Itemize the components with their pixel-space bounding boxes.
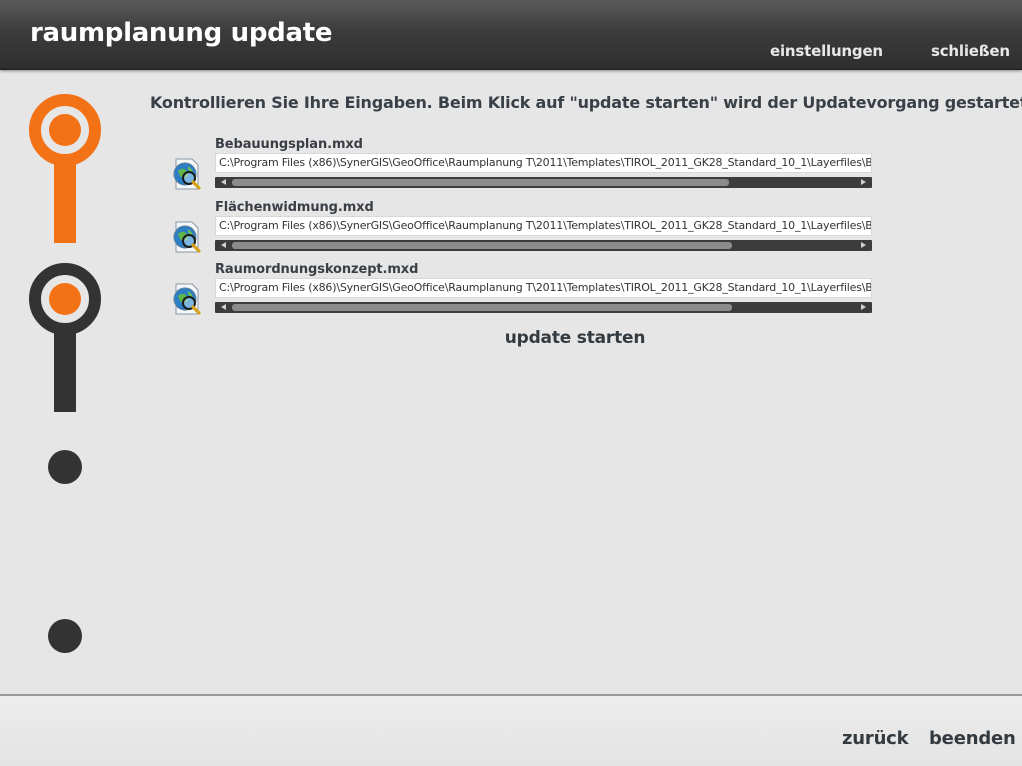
close-link[interactable]: schließen (931, 42, 1010, 60)
mxd-map-document-icon (173, 158, 201, 190)
app-title: raumplanung update (30, 18, 333, 48)
step-1-ring-icon (29, 94, 101, 166)
scroll-right-icon[interactable] (861, 242, 866, 248)
instruction-text: Kontrollieren Sie Ihre Eingaben. Beim Kl… (150, 93, 1022, 112)
step-1-dot-icon (49, 114, 81, 146)
scrollbar-thumb[interactable] (232, 304, 732, 311)
file-path-text: C:\Program Files (x86)\SynerGIS\GeoOffic… (219, 281, 872, 294)
file-path-field[interactable]: C:\Program Files (x86)\SynerGIS\GeoOffic… (215, 153, 872, 173)
horizontal-scrollbar[interactable] (215, 240, 872, 251)
scroll-right-icon[interactable] (861, 179, 866, 185)
update-start-button[interactable]: update starten (475, 328, 675, 348)
file-path-field[interactable]: C:\Program Files (x86)\SynerGIS\GeoOffic… (215, 278, 872, 298)
app-footer: zurück beenden (0, 694, 1022, 766)
settings-link[interactable]: einstellungen (770, 42, 883, 60)
file-path-text: C:\Program Files (x86)\SynerGIS\GeoOffic… (219, 219, 872, 232)
app-header: raumplanung update einstellungen schließ… (0, 0, 1022, 70)
file-path-text: C:\Program Files (x86)\SynerGIS\GeoOffic… (219, 156, 872, 169)
back-button[interactable]: zurück (842, 728, 909, 749)
step-1-connector (54, 160, 76, 243)
step-4-dot-icon (48, 619, 82, 653)
step-2-ring-icon (29, 263, 101, 335)
scroll-left-icon[interactable] (221, 242, 226, 248)
scroll-right-icon[interactable] (861, 304, 866, 310)
progress-stepper (0, 70, 130, 695)
step-3-dot-icon (48, 450, 82, 484)
file-entry: Flächenwidmung.mxd C:\Program Files (x86… (165, 200, 875, 260)
scroll-left-icon[interactable] (221, 304, 226, 310)
file-entry: Raumordnungskonzept.mxd C:\Program Files… (165, 262, 875, 322)
file-name: Bebauungsplan.mxd (215, 137, 363, 152)
step-2-dot-icon (49, 283, 81, 315)
file-name: Raumordnungskonzept.mxd (215, 262, 419, 277)
file-entry: Bebauungsplan.mxd C:\Program Files (x86)… (165, 137, 875, 197)
scroll-left-icon[interactable] (221, 179, 226, 185)
finish-button[interactable]: beenden (929, 728, 1016, 749)
file-path-field[interactable]: C:\Program Files (x86)\SynerGIS\GeoOffic… (215, 216, 872, 236)
horizontal-scrollbar[interactable] (215, 302, 872, 313)
scrollbar-thumb[interactable] (232, 179, 729, 186)
step-2-connector (54, 329, 76, 412)
scrollbar-thumb[interactable] (232, 242, 732, 249)
mxd-map-document-icon (173, 221, 201, 253)
horizontal-scrollbar[interactable] (215, 177, 872, 188)
mxd-map-document-icon (173, 283, 201, 315)
file-name: Flächenwidmung.mxd (215, 200, 374, 215)
